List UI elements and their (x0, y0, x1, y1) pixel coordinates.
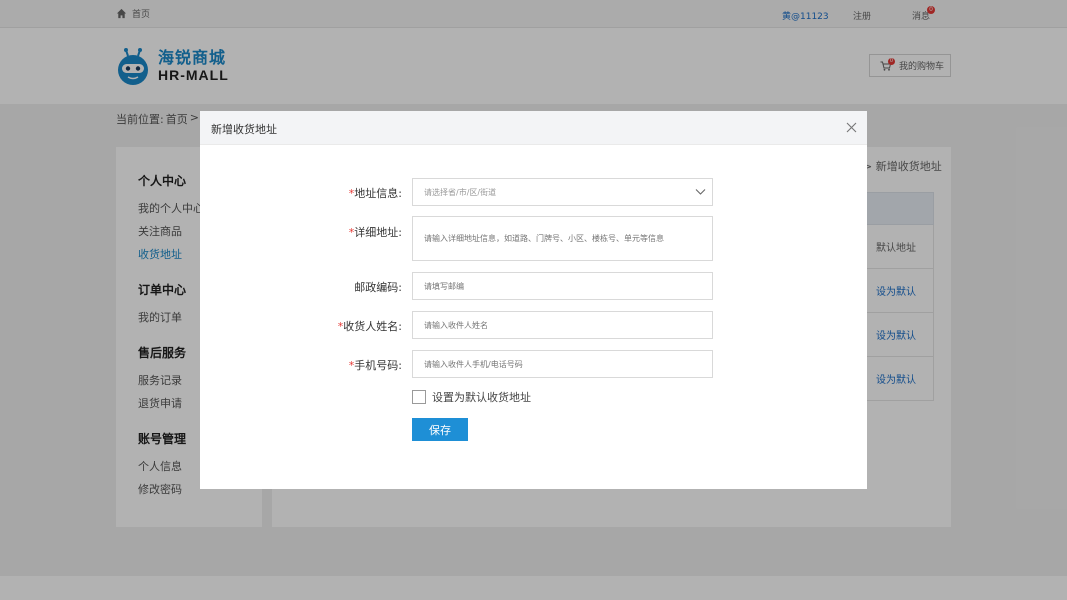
close-icon[interactable] (846, 122, 857, 133)
phone-input[interactable] (424, 359, 712, 369)
postcode-field[interactable] (412, 272, 713, 300)
default-address-label: 设置为默认收货地址 (432, 391, 531, 404)
phone-label: *手机号码: (348, 359, 402, 372)
detail-label: *详细地址: (348, 226, 402, 239)
detail-address-input[interactable] (424, 234, 712, 243)
save-button[interactable]: 保存 (412, 418, 468, 441)
region-label: *地址信息: (348, 187, 402, 200)
chevron-down-icon (695, 189, 706, 195)
receiver-input[interactable] (424, 320, 712, 330)
region-placeholder: 请选择省/市/区/街道 (424, 187, 497, 197)
postcode-input[interactable] (424, 281, 712, 291)
receiver-field[interactable] (412, 311, 713, 339)
default-address-option[interactable]: 设置为默认收货地址 (412, 389, 531, 405)
region-select[interactable]: 请选择省/市/区/街道 (412, 178, 713, 206)
dialog-header: 新增收货地址 (200, 111, 867, 145)
default-address-checkbox[interactable] (412, 390, 426, 404)
postcode-label: 邮政编码: (354, 281, 402, 294)
dialog-title: 新增收货地址 (211, 123, 277, 136)
add-address-dialog: 新增收货地址 *地址信息: 请选择省/市/区/街道 *详细地址: 邮政编码: *… (200, 111, 867, 489)
receiver-label: *收货人姓名: (337, 320, 402, 333)
detail-address-field[interactable] (412, 216, 713, 261)
phone-field[interactable] (412, 350, 713, 378)
